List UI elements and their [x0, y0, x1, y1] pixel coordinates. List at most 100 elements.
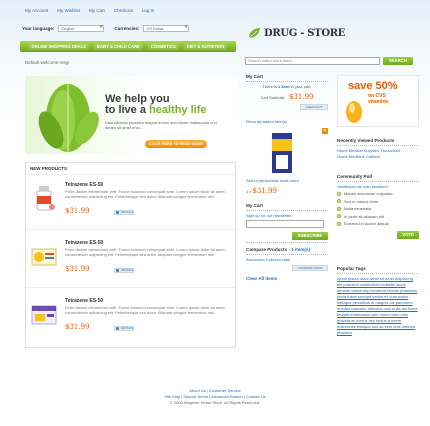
read-more-button[interactable]: CLICK HERE TO READ MORE	[145, 140, 207, 148]
checkout-button[interactable]: CHECKOUT	[300, 104, 328, 110]
cart-title: My Cart	[246, 74, 263, 79]
store-logo[interactable]: DRUG - STORE	[247, 27, 345, 39]
subscribe-button[interactable]: SUBSCRIBE	[292, 232, 328, 240]
medicine-box-icon	[31, 248, 57, 266]
divider	[246, 254, 328, 255]
currency-select[interactable]: US Dollar	[143, 25, 190, 32]
poll-option[interactable]: Nulla venenatis	[337, 205, 419, 213]
cart-item-qty-row: 1 x $31.99	[246, 187, 328, 195]
cart-summary: There is 1 item in your cart.	[246, 84, 328, 90]
logo-text: DRUG - STORE	[264, 27, 346, 39]
contact-us-link[interactable]: Contact Us	[246, 394, 266, 399]
popular-tags-box: Popular Tags lorem ipsum dolor amet sit …	[337, 266, 419, 336]
divider	[246, 242, 328, 243]
remove-item-icon[interactable]: ✕	[322, 128, 328, 134]
recently-viewed-box: Recently Viewed Products Home Medical Su…	[337, 138, 419, 160]
cart-subtotal-row: Cart Subtotal: $31.99	[246, 93, 328, 101]
poll-option[interactable]: Mauris accumsan vulputate	[337, 190, 419, 198]
log-in-link[interactable]: Log In	[142, 8, 155, 13]
checkout-link[interactable]: Checkout	[114, 8, 133, 13]
poll-option[interactable]: Euismod in auctor aliquia	[337, 220, 419, 228]
supplement-box-icon	[31, 305, 57, 325]
poll-option[interactable]: In pede sit aliquam elit	[337, 213, 419, 221]
divider	[337, 145, 419, 146]
cart-item-qty: 1 x	[246, 189, 252, 194]
radio-icon[interactable]	[337, 206, 341, 211]
main-nav: ONLINE SHOPPING DEALS BABY & CHILD CARE …	[20, 41, 236, 52]
divider	[246, 81, 328, 82]
search-input[interactable]: Search entire store here...	[245, 57, 380, 65]
compare-count: - 1 item(s)	[288, 247, 311, 252]
language-currency-bar: Your language: English Currencies: US Do…	[22, 25, 190, 32]
compare-items-button[interactable]: COMPARE ITEMS	[292, 265, 328, 271]
product-price: $31.99	[65, 323, 90, 331]
welcome-message: Default welcome msg!	[25, 60, 70, 65]
vitamin-pill-icon	[346, 101, 362, 123]
about-us-link[interactable]: About Us	[189, 388, 205, 393]
nav-diet-nutrition[interactable]: DIET & NUTRITION	[183, 43, 228, 50]
nav-baby-child-care[interactable]: BABY & CHILD CARE	[93, 43, 143, 50]
cart-subtotal-value: $31.99	[288, 93, 314, 101]
product-name[interactable]: Tetrazene ES-50	[65, 182, 103, 188]
radio-icon[interactable]	[337, 221, 341, 226]
product-description: Proin dictum elementum velit. Fusce euis…	[65, 247, 226, 257]
leaf-illustration-icon	[38, 84, 99, 152]
details-button[interactable]: DETAILS	[114, 268, 134, 273]
poll-option-label: Sed in mauris enim	[344, 198, 379, 204]
radio-icon[interactable]	[337, 214, 341, 219]
radio-icon[interactable]	[337, 199, 341, 204]
recently-viewed-item[interactable]: Home Medicine Cabinet	[337, 154, 419, 160]
cart-item-name[interactable]: Sed ut perspiciatis unde omni	[246, 178, 328, 183]
search-bar: Search entire store here... SEARCH	[245, 57, 413, 65]
poll-option-label: In pede sit aliquam elit	[344, 213, 384, 219]
details-button[interactable]: DETAILS	[114, 210, 134, 215]
hero-line2b: healthy life	[149, 104, 207, 116]
compare-item[interactable]: Accumsan Cobrinia vitae	[246, 257, 328, 262]
promo-line2: vitamins	[368, 99, 389, 105]
radio-icon[interactable]	[337, 191, 341, 196]
tags-title: Popular Tags	[337, 266, 366, 271]
compare-title: Compare Products - 1 item(s)	[246, 247, 328, 252]
my-wishlist-link[interactable]: My Wishlist	[57, 8, 80, 13]
cart-item-price: $31.99	[252, 187, 277, 195]
poll-option[interactable]: Sed in mauris enim	[337, 198, 419, 206]
hero-text: Duis ultricies pharetra magna donec accu…	[105, 120, 217, 130]
product-item: Tetrazene ES-50 Proin dictum elementum v…	[26, 178, 235, 230]
cart-items-link[interactable]: 1 item	[278, 84, 290, 89]
details-button[interactable]: DETAILS	[114, 326, 134, 331]
nav-online-shopping-deals[interactable]: ONLINE SHOPPING DEALS	[28, 43, 89, 50]
recently-viewed-title: Recently Viewed Products	[337, 138, 395, 143]
poll-option-label: Euismod in auctor aliquia	[344, 221, 389, 226]
clear-all-link[interactable]: Clear All Items	[246, 276, 328, 281]
pill-bottle-icon	[36, 186, 55, 211]
recently-added-label: Recently added item(s)	[246, 119, 288, 124]
promo-headline: save 50%	[348, 80, 398, 92]
newsletter-email-input[interactable]	[246, 220, 324, 228]
poll-option-label: Mauris accumsan vulputate	[344, 191, 393, 196]
product-item: Tetrazene ES-50 Proin dictum elementum v…	[26, 294, 235, 346]
customer-service-link[interactable]: Customer Service	[209, 388, 241, 393]
vitamins-promo-banner[interactable]: save 50% on CVS vitamins	[337, 75, 419, 127]
divider	[337, 273, 419, 274]
language-label: Your language:	[22, 26, 55, 31]
poll-option-label: Nulla venenatis	[344, 206, 372, 211]
top-links: My Account My Wishlist My Cart Checkout …	[25, 8, 154, 13]
site-map-link[interactable]: Site Map	[164, 394, 180, 399]
cart-item: ✕	[246, 128, 328, 178]
vote-button[interactable]: VOTE	[397, 230, 419, 239]
newsletter-title: My Cart	[246, 203, 263, 208]
nav-cosmetics[interactable]: COSMETICS	[147, 43, 179, 50]
cart-summary-prefix: There is	[262, 84, 278, 89]
advanced-search-link[interactable]: Advanced Search	[211, 394, 243, 399]
tag-cloud[interactable]: lorem ipsum dolor amet sit amet adipisci…	[337, 276, 419, 336]
language-select[interactable]: English	[58, 25, 105, 32]
product-price: $31.99	[65, 265, 90, 273]
my-account-link[interactable]: My Account	[25, 8, 48, 13]
search-terms-link[interactable]: Search Terms	[183, 394, 208, 399]
divider	[246, 210, 328, 211]
product-name[interactable]: Tetrazene ES-50	[65, 240, 103, 246]
cart-sidebar: My Cart There is 1 item in your cart. Ca…	[246, 74, 328, 281]
product-name[interactable]: Tetrazene ES-50	[65, 298, 103, 304]
search-button[interactable]: SEARCH	[383, 57, 413, 65]
my-cart-link[interactable]: My Cart	[89, 8, 105, 13]
